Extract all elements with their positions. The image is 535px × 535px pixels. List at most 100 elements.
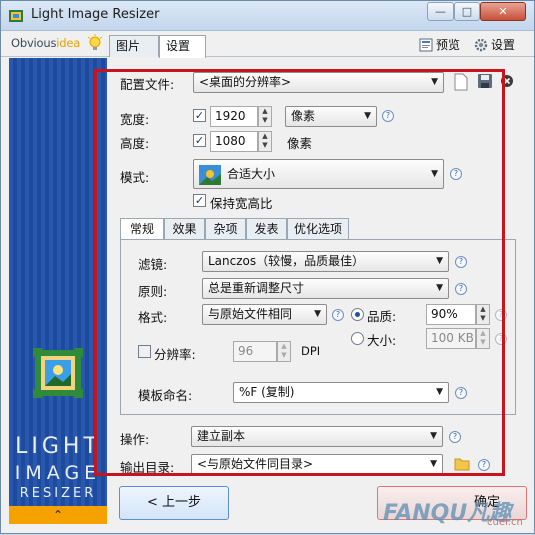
app-icon <box>9 10 23 22</box>
preview-button[interactable]: 预览 <box>419 36 460 53</box>
app-logo-icon <box>33 348 83 398</box>
chevron-down-icon: ▼ <box>436 283 443 293</box>
quality-spinner[interactable]: ▲ ▼ <box>476 304 490 325</box>
size-input[interactable]: 100 KB <box>426 328 476 349</box>
folder-icon[interactable] <box>454 457 470 471</box>
chevron-up-icon: ⌃ <box>52 508 64 522</box>
delete-icon[interactable] <box>500 74 514 88</box>
chevron-down-icon: ▼ <box>436 387 443 397</box>
help-icon[interactable]: ? <box>450 168 462 180</box>
new-file-icon[interactable] <box>454 73 468 91</box>
chevron-down-icon: ▼ <box>436 256 443 266</box>
tab-settings[interactable]: 设置 <box>159 35 206 58</box>
width-spinner[interactable]: ▲ ▼ <box>258 106 272 127</box>
minimize-button[interactable]: — <box>427 2 454 21</box>
chevron-down-icon: ▼ <box>314 309 321 319</box>
side-text-light: LIGHT <box>15 434 101 459</box>
width-checkbox[interactable]: ✓ <box>193 109 206 122</box>
rule-label: 原则: <box>138 284 168 299</box>
rule-value: 总是重新调整尺寸 <box>208 281 305 295</box>
help-icon[interactable]: ? <box>495 309 507 321</box>
filter-value: Lanczos（较慢，品质最佳） <box>208 254 365 268</box>
lightbulb-icon <box>87 34 103 50</box>
output-select[interactable]: <与原始文件同目录> ▼ <box>191 454 443 475</box>
format-value: 与原始文件相同 <box>208 307 293 321</box>
tab-general[interactable]: 常规 <box>120 218 164 240</box>
resolution-checkbox[interactable] <box>138 345 151 358</box>
size-spinner[interactable]: ▲ ▼ <box>476 328 490 349</box>
template-select[interactable]: %F (复制) ▼ <box>233 382 449 403</box>
brand-logo: Obviousidea <box>11 36 80 50</box>
window-title: Light Image Resizer <box>31 7 160 22</box>
template-label: 模板命名: <box>138 388 193 403</box>
keep-ratio-checkbox[interactable]: ✓ <box>193 194 206 207</box>
size-label: 大小: <box>367 333 397 348</box>
format-select[interactable]: 与原始文件相同 ▼ <box>202 304 327 325</box>
settings-label: 设置 <box>491 38 516 52</box>
side-text-image: IMAGE <box>14 462 102 484</box>
tab-publish[interactable]: 发表 <box>246 218 287 239</box>
filter-select[interactable]: Lanczos（较慢，品质最佳） ▼ <box>202 251 449 272</box>
chevron-down-icon: ▼ <box>364 111 371 121</box>
save-icon[interactable] <box>477 73 493 89</box>
operation-label: 操作: <box>120 432 150 447</box>
rule-select[interactable]: 总是重新调整尺寸 ▼ <box>202 278 449 299</box>
help-icon[interactable]: ? <box>455 387 467 399</box>
profile-select[interactable]: <桌面的分辨率> ▼ <box>193 72 444 93</box>
tab-misc[interactable]: 杂项 <box>205 218 246 239</box>
unit-select[interactable]: 像素 ▼ <box>285 106 377 127</box>
width-label: 宽度: <box>120 112 150 127</box>
output-label: 输出目录: <box>120 460 175 475</box>
chevron-down-icon: ▼ <box>430 431 437 441</box>
maximize-button[interactable]: □ <box>454 2 480 21</box>
resolution-input[interactable]: 96 <box>233 341 277 362</box>
quality-radio[interactable] <box>351 308 364 321</box>
preview-icon <box>419 38 433 51</box>
side-text-resizer: RESIZER <box>19 486 97 501</box>
resolution-label: 分辨率: <box>154 347 196 362</box>
operation-select[interactable]: 建立副本 ▼ <box>191 426 443 447</box>
back-button[interactable]: < 上一步 <box>119 486 229 520</box>
profile-value: <桌面的分辨率> <box>199 75 292 89</box>
keep-ratio-label: 保持宽高比 <box>210 196 273 211</box>
mode-value: 合适大小 <box>227 167 276 181</box>
mode-select[interactable]: 合适大小 ▼ <box>193 159 444 189</box>
watermark-sub: cuei.cn <box>487 517 523 528</box>
help-icon[interactable]: ? <box>455 283 467 295</box>
tab-effects[interactable]: 效果 <box>164 218 205 239</box>
operation-value: 建立副本 <box>197 429 246 443</box>
resolution-spinner[interactable]: ▲ ▼ <box>277 341 291 362</box>
tab-images[interactable]: 图片 [1] <box>109 35 159 73</box>
side-banner: LIGHT IMAGE RESIZER ⌃ <box>9 58 107 524</box>
gear-icon <box>474 38 488 51</box>
brand-part2: idea <box>56 36 81 50</box>
tab-optimize[interactable]: 优化选项 <box>287 218 349 239</box>
height-label: 高度: <box>120 136 150 151</box>
watermark: FANQU凡趣 cuei.cn <box>379 487 535 535</box>
settings-button[interactable]: 设置 <box>474 36 515 53</box>
height-spinner[interactable]: ▲ ▼ <box>258 131 272 152</box>
resolution-unit: DPI <box>301 344 321 358</box>
help-icon[interactable]: ? <box>332 309 344 321</box>
height-unit-label: 像素 <box>287 136 313 151</box>
title-bar: Light Image Resizer — □ ✕ <box>1 1 534 31</box>
help-icon[interactable]: ? <box>449 431 461 443</box>
help-icon[interactable]: ? <box>455 256 467 268</box>
brand-part1: Obvious <box>11 36 57 50</box>
quality-input[interactable]: 90% <box>426 304 476 325</box>
help-icon[interactable]: ? <box>382 110 394 122</box>
size-radio[interactable] <box>351 332 364 345</box>
mode-label: 模式: <box>120 170 150 185</box>
width-input[interactable]: 1920 <box>210 106 258 127</box>
output-value: <与原始文件同目录> <box>197 457 314 471</box>
chevron-down-icon: ▼ <box>431 77 438 87</box>
close-button[interactable]: ✕ <box>480 2 526 21</box>
help-icon[interactable]: ? <box>495 333 507 345</box>
header-bar: Obviousidea 图片 [1] 设置 预览 设置 <box>1 31 534 73</box>
unit-value: 像素 <box>291 109 316 123</box>
help-icon[interactable]: ? <box>478 459 490 471</box>
height-checkbox[interactable]: ✓ <box>193 134 206 147</box>
collapse-toggle[interactable]: ⌃ <box>9 506 107 524</box>
format-label: 格式: <box>138 310 168 325</box>
height-input[interactable]: 1080 <box>210 131 258 152</box>
